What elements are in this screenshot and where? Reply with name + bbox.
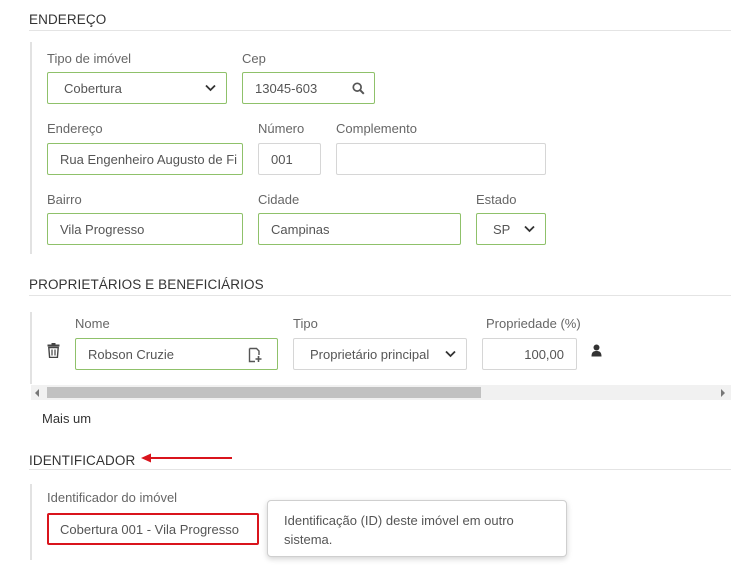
section-title-owners: PROPRIETÁRIOS E BENEFICIÁRIOS bbox=[29, 277, 264, 292]
property-type-label: Tipo de imóvel bbox=[47, 51, 132, 66]
complement-input[interactable] bbox=[336, 143, 546, 175]
number-input[interactable]: 001 bbox=[258, 143, 321, 175]
identifier-label: Identificador do imóvel bbox=[47, 490, 178, 505]
add-contact-icon[interactable] bbox=[248, 347, 263, 363]
scroll-right-icon[interactable] bbox=[721, 389, 725, 397]
property-type-select[interactable]: Cobertura bbox=[47, 72, 227, 104]
owner-name-label: Nome bbox=[75, 316, 110, 331]
section-divider bbox=[29, 469, 731, 470]
search-icon[interactable] bbox=[352, 82, 365, 95]
cep-label: Cep bbox=[242, 51, 266, 66]
section-indent-line bbox=[30, 484, 32, 560]
identifier-value: Cobertura 001 - Vila Progresso bbox=[60, 521, 239, 537]
section-title-address: ENDEREÇO bbox=[29, 12, 107, 27]
section-divider bbox=[29, 295, 731, 296]
district-value: Vila Progresso bbox=[60, 221, 145, 237]
owner-type-select[interactable]: Proprietário principal bbox=[293, 338, 467, 370]
district-label: Bairro bbox=[47, 192, 82, 207]
trash-icon[interactable] bbox=[47, 343, 60, 358]
chevron-down-icon bbox=[445, 350, 456, 358]
city-input[interactable]: Campinas bbox=[258, 213, 461, 245]
city-value: Campinas bbox=[271, 221, 330, 237]
section-indent-line bbox=[30, 312, 32, 384]
state-value: SP bbox=[493, 221, 511, 237]
identifier-tooltip: Identificação (ID) deste imóvel em outro… bbox=[267, 500, 567, 557]
owner-name-input[interactable]: Robson Cruzie bbox=[75, 338, 278, 370]
add-more-link[interactable]: Mais um bbox=[42, 411, 91, 426]
owner-type-label: Tipo bbox=[293, 316, 318, 331]
number-label: Número bbox=[258, 121, 305, 136]
district-input[interactable]: Vila Progresso bbox=[47, 213, 243, 245]
cep-input[interactable]: 13045-603 bbox=[242, 72, 375, 104]
property-type-value: Cobertura bbox=[64, 80, 122, 96]
cep-value: 13045-603 bbox=[255, 80, 318, 96]
state-select[interactable]: SP bbox=[476, 213, 546, 245]
complement-label: Complemento bbox=[336, 121, 417, 136]
owner-name-value: Robson Cruzie bbox=[88, 346, 174, 362]
user-icon[interactable] bbox=[591, 344, 602, 357]
street-value: Rua Engenheiro Augusto de Fi bbox=[60, 151, 238, 167]
scrollbar-thumb[interactable] bbox=[47, 387, 481, 398]
number-value: 001 bbox=[271, 151, 293, 167]
ownership-label: Propriedade (%) bbox=[486, 316, 581, 331]
arrow-left-icon bbox=[141, 453, 232, 463]
ownership-value: 100,00 bbox=[524, 346, 564, 362]
city-label: Cidade bbox=[258, 192, 300, 207]
state-label: Estado bbox=[476, 192, 517, 207]
section-divider bbox=[29, 30, 731, 31]
chevron-down-icon bbox=[205, 84, 216, 92]
street-label: Endereço bbox=[47, 121, 103, 136]
chevron-down-icon bbox=[524, 225, 535, 233]
section-title-identifier: IDENTIFICADOR bbox=[29, 453, 136, 468]
section-indent-line bbox=[30, 42, 32, 254]
street-input[interactable]: Rua Engenheiro Augusto de Fi bbox=[47, 143, 243, 175]
scroll-left-icon[interactable] bbox=[35, 389, 39, 397]
owner-type-value: Proprietário principal bbox=[310, 346, 430, 362]
identifier-tooltip-text: Identificação (ID) deste imóvel em outro… bbox=[284, 513, 514, 547]
identifier-input[interactable]: Cobertura 001 - Vila Progresso bbox=[47, 513, 259, 545]
ownership-input[interactable]: 100,00 bbox=[482, 338, 577, 370]
